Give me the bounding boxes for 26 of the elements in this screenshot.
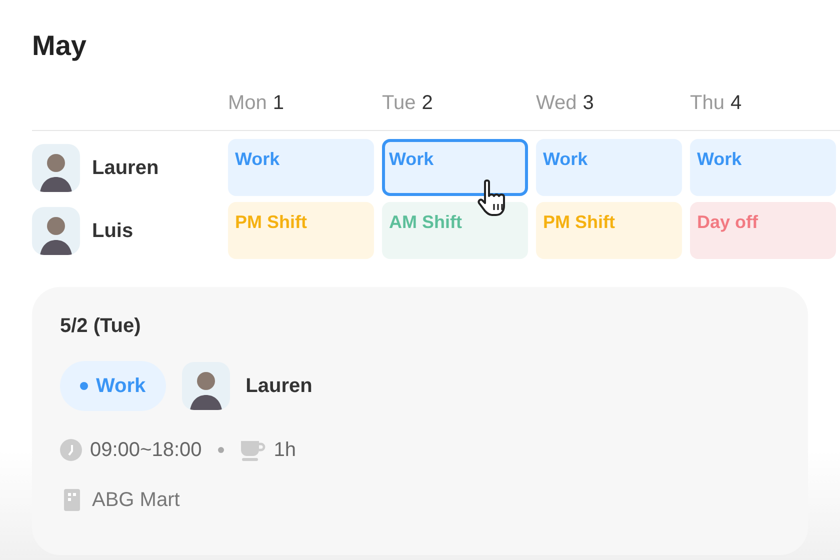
person-name: Lauren [246,374,312,399]
avatar-icon [32,206,80,254]
person-name: Lauren [92,156,159,180]
building-icon [64,489,80,511]
person-name: Luis [92,218,134,244]
shift-tag: Work [60,361,166,411]
shift-block[interactable]: Work [536,139,682,196]
shift-block[interactable]: PM Shift [228,202,374,259]
time-range: 09:00~18:00 [90,438,202,463]
day-header: Thu 4 [690,91,743,116]
shift-block[interactable]: Day off [690,202,836,259]
coffee-cup-icon [240,439,266,461]
shift-block[interactable]: AM Shift [382,202,528,259]
avatar-icon [32,144,80,192]
month-title: May [32,32,88,60]
detail-date: 5/2 (Tue) [60,314,142,339]
day-header: Wed 3 [536,91,595,116]
place-name: ABG Mart [92,488,180,513]
shift-block[interactable]: PM Shift [536,202,682,259]
avatar-icon [182,362,230,410]
clock-icon [60,439,82,461]
shift-block[interactable]: Work [228,139,374,196]
day-header: Mon 1 [228,91,286,116]
shift-block[interactable]: Work [690,139,836,196]
day-header: Tue 2 [382,91,434,116]
break-duration: 1h [274,438,296,463]
